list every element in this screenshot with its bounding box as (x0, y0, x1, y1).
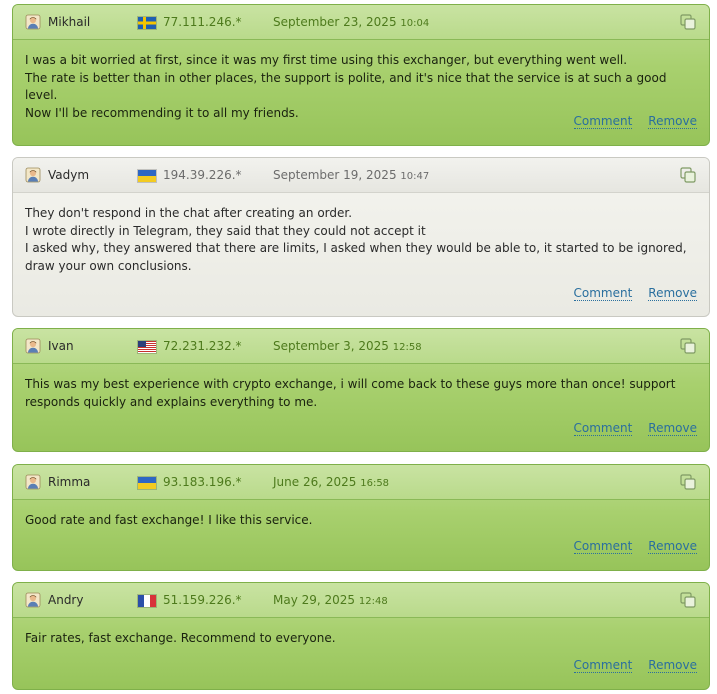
review-card: Ivan 72.231.232.* September 3, 2025 12:5… (12, 328, 710, 452)
review-text: They don't respond in the chat after cre… (25, 205, 695, 275)
review-date: September 23, 2025 10:04 (273, 15, 429, 29)
review-text-content: Fair rates, fast exchange. Recommend to … (25, 631, 336, 645)
flag-ukraine-icon (138, 477, 156, 489)
comment-link[interactable]: Comment (573, 114, 633, 129)
review-actions: Comment Remove (558, 658, 697, 673)
copy-icon[interactable] (679, 13, 697, 31)
review-text-content: Good rate and fast exchange! I like this… (25, 513, 313, 527)
review-text-content: This was my best experience with crypto … (25, 377, 676, 409)
user-avatar-icon (25, 474, 41, 490)
copy-icon[interactable] (679, 166, 697, 184)
review-time: 10:47 (400, 171, 430, 182)
review-actions: Comment Remove (558, 421, 697, 436)
reviewer-ip: 72.231.232.* (163, 339, 242, 353)
comment-link[interactable]: Comment (573, 286, 633, 301)
comment-link[interactable]: Comment (573, 539, 633, 554)
review-text-content: They don't respond in the chat after cre… (25, 206, 687, 273)
review-time: 12:58 (392, 342, 422, 353)
review-date-text: June 26, 2025 (273, 475, 357, 489)
review-text: I was a bit worried at first, since it w… (25, 52, 695, 122)
remove-link[interactable]: Remove (648, 539, 697, 554)
review-actions: Comment Remove (558, 286, 697, 301)
user-avatar-icon (25, 338, 41, 354)
review-header: Rimma 93.183.196.* June 26, 2025 16:58 (13, 465, 709, 500)
review-time: 16:58 (360, 478, 390, 489)
reviewer-ip: 194.39.226.* (163, 168, 242, 182)
user-avatar-icon (25, 14, 41, 30)
review-date: May 29, 2025 12:48 (273, 593, 388, 607)
review-actions: Comment Remove (558, 114, 697, 129)
review-header: Andry 51.159.226.* May 29, 2025 12:48 (13, 583, 709, 618)
flag-ukraine-icon (138, 170, 156, 182)
copy-icon[interactable] (679, 473, 697, 491)
review-time: 12:48 (358, 596, 388, 607)
review-date-text: September 3, 2025 (273, 339, 389, 353)
review-header: Ivan 72.231.232.* September 3, 2025 12:5… (13, 329, 709, 364)
reviewer-name: Ivan (48, 339, 74, 353)
flag-usa-icon (138, 341, 156, 353)
review-date: June 26, 2025 16:58 (273, 475, 389, 489)
review-date-text: September 19, 2025 (273, 168, 397, 182)
review-actions: Comment Remove (558, 539, 697, 554)
review-card: Andry 51.159.226.* May 29, 2025 12:48 Fa… (12, 582, 710, 690)
review-text: Good rate and fast exchange! I like this… (25, 512, 695, 530)
review-card: Mikhail 77.111.246.* September 23, 2025 … (12, 4, 710, 146)
review-card: Rimma 93.183.196.* June 26, 2025 16:58 G… (12, 464, 710, 571)
comment-link[interactable]: Comment (573, 421, 633, 436)
reviewer-name: Rimma (48, 475, 91, 489)
review-header: Mikhail 77.111.246.* September 23, 2025 … (13, 5, 709, 40)
remove-link[interactable]: Remove (648, 658, 697, 673)
reviewer-ip: 93.183.196.* (163, 475, 242, 489)
flag-france-icon (138, 595, 156, 607)
reviewer-name: Andry (48, 593, 84, 607)
comment-link[interactable]: Comment (573, 658, 633, 673)
reviewer-ip: 77.111.246.* (163, 15, 242, 29)
user-avatar-icon (25, 592, 41, 608)
review-date-text: September 23, 2025 (273, 15, 397, 29)
flag-sweden-icon (138, 17, 156, 29)
review-header: Vadym 194.39.226.* September 19, 2025 10… (13, 158, 709, 193)
copy-icon[interactable] (679, 591, 697, 609)
remove-link[interactable]: Remove (648, 286, 697, 301)
remove-link[interactable]: Remove (648, 421, 697, 436)
review-date: September 3, 2025 12:58 (273, 339, 422, 353)
review-time: 10:04 (400, 18, 430, 29)
review-date: September 19, 2025 10:47 (273, 168, 429, 182)
review-text-content: I was a bit worried at first, since it w… (25, 53, 667, 120)
copy-icon[interactable] (679, 337, 697, 355)
review-card: Vadym 194.39.226.* September 19, 2025 10… (12, 157, 710, 317)
review-text: This was my best experience with crypto … (25, 376, 695, 411)
reviewer-name: Vadym (48, 168, 90, 182)
reviewer-ip: 51.159.226.* (163, 593, 242, 607)
reviews-list: Mikhail 77.111.246.* September 23, 2025 … (0, 0, 717, 694)
remove-link[interactable]: Remove (648, 114, 697, 129)
user-avatar-icon (25, 167, 41, 183)
reviewer-name: Mikhail (48, 15, 91, 29)
review-text: Fair rates, fast exchange. Recommend to … (25, 630, 695, 648)
review-date-text: May 29, 2025 (273, 593, 356, 607)
